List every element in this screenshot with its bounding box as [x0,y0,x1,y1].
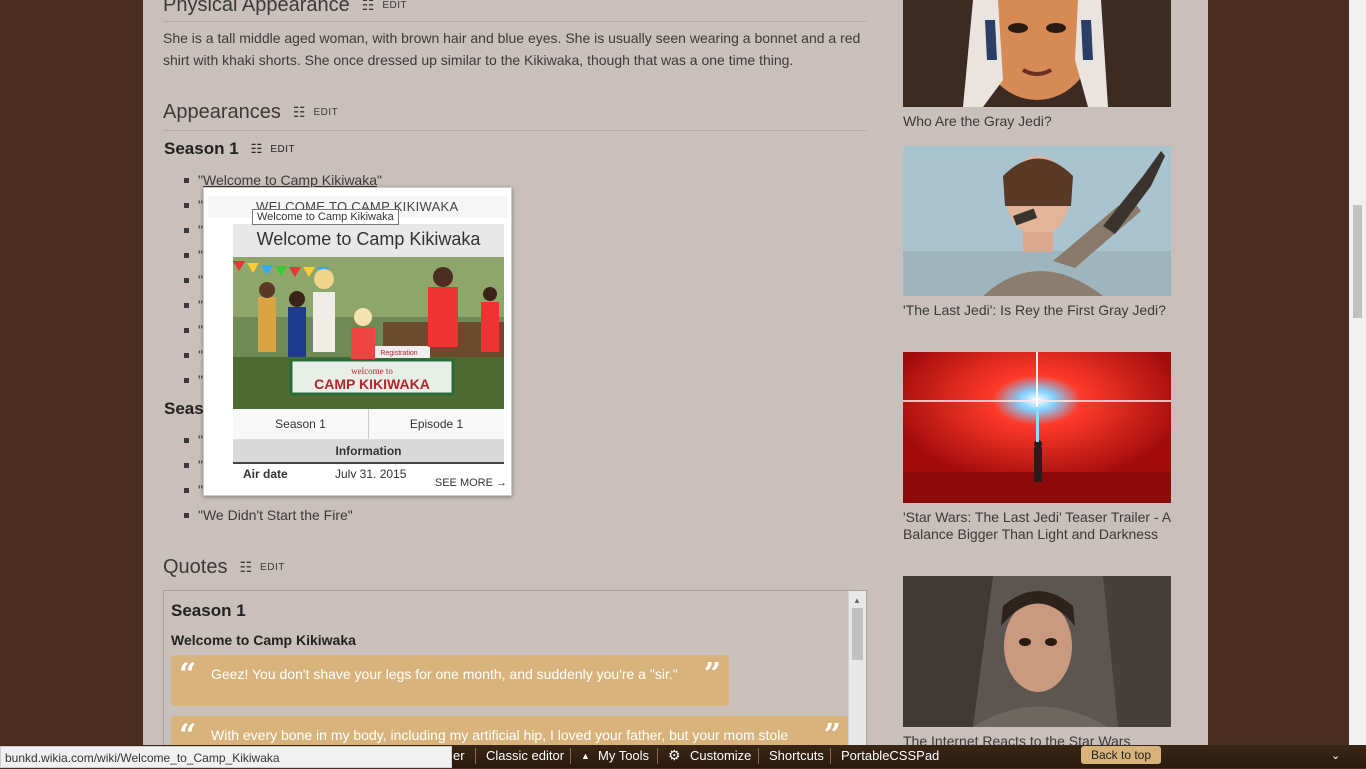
scrollbar-thumb[interactable] [852,608,863,660]
edit-list-icon[interactable]: ☷ [362,0,375,14]
video-thumbnail[interactable] [903,352,1171,503]
svg-text:CAMP KIKIWAKA: CAMP KIKIWAKA [314,376,430,392]
quotes-season-heading: Season 1 [171,601,246,620]
air-date-label: Air date [243,467,288,478]
video-thumbnail[interactable] [903,0,1171,107]
list-item: "Welcome to Camp Kikiwaka" [184,172,382,188]
close-quote-icon: ” [703,657,721,692]
list-item[interactable]: "We Didn't Start the Fire" [184,507,353,523]
section-title: Appearances [163,101,281,123]
episode-image: welcome to CAMP KIKIWAKA Registration [233,257,504,409]
quote-bubble: “ Geez! You don't shave your legs for on… [171,655,729,706]
edit-link[interactable]: EDIT [270,144,295,155]
subsection-heading-season2: Seas [164,399,204,419]
air-date-value: July 31, 2015 [335,467,407,478]
subsection-title: Season 1 [164,139,239,158]
scrollbar-thumb[interactable] [1353,205,1362,318]
shortcuts-link[interactable]: Shortcuts [769,748,824,763]
season-label: Season 1 [233,409,369,439]
see-more-link[interactable]: SEE MORE → [435,477,507,489]
infobox-title: Welcome to Camp Kikiwaka [233,224,504,257]
quote-text: With every bone in my body, including my… [211,727,789,743]
edit-list-icon[interactable]: ☷ [293,104,306,121]
page-scrollbar[interactable] [1349,0,1366,745]
episode-link[interactable]: Welcome to Camp Kikiwaka [203,172,377,188]
portable-css-pad-link[interactable]: PortableCSSPad [841,748,939,763]
caret-up-icon[interactable]: ▲ [581,751,590,761]
divider [163,21,866,22]
video-title[interactable]: 'The Last Jedi': Is Rey the First Gray J… [903,302,1171,319]
edit-list-icon[interactable]: ☷ [251,141,263,157]
section-heading-physical: Physical Appearance ☷ EDIT [163,0,407,17]
section-title: Physical Appearance [163,0,350,16]
edit-link[interactable]: EDIT [382,0,407,11]
section-title: Quotes [163,556,228,578]
svg-text:Registration: Registration [380,350,417,357]
toolbar-separator [758,748,759,764]
divider [163,130,866,131]
open-quote-icon: “ [179,657,197,692]
link-preview-popup[interactable]: WELCOME TO CAMP KIKIWAKA Welcome to Camp… [203,187,512,496]
customize-link[interactable]: Customize [690,748,751,763]
toolbar-separator [570,748,571,764]
scroll-up-icon[interactable]: ▲ [853,596,861,605]
section-heading-quotes: Quotes ☷ EDIT [163,556,285,579]
video-title[interactable]: The Internet Reacts to the Star Wars [903,733,1171,745]
quotes-box[interactable]: Season 1 Welcome to Camp Kikiwaka “ Geez… [163,590,867,752]
my-tools-menu[interactable]: My Tools [598,748,649,763]
subsection-heading-season1: Season 1 ☷ EDIT [164,139,295,159]
video-thumbnail[interactable] [903,146,1171,296]
air-date-row: Air date July 31, 2015 [233,464,504,478]
back-to-top-button[interactable]: Back to top [1081,746,1161,764]
edit-link[interactable]: EDIT [313,107,338,118]
infobox: Welcome to Camp Kikiwaka welcome to CAMP… [233,224,504,478]
video-title[interactable]: 'Star Wars: The Last Jedi' Teaser Traile… [903,509,1171,543]
video-thumbnail[interactable] [903,576,1171,727]
toolbar-separator [475,748,476,764]
double-chevron-down-icon[interactable]: ⌄ [1331,749,1340,762]
physical-description: She is a tall middle aged woman, with br… [163,30,861,68]
quotes-episode-heading: Welcome to Camp Kikiwaka [171,632,356,648]
sign-text: welcome to [351,366,393,376]
link-tooltip: Welcome to Camp Kikiwaka [252,209,399,225]
section-heading-appearances: Appearances ☷ EDIT [163,101,338,124]
toolbar-separator [830,748,831,764]
information-header: Information [233,440,504,464]
browser-status-url: bunkd.wikia.com/wiki/Welcome_to_Camp_Kik… [0,746,452,768]
toolbar-separator [657,748,658,764]
quote-text: Geez! You don't shave your legs for one … [211,666,678,682]
video-title[interactable]: Who Are the Gray Jedi? [903,113,1171,130]
toolbar-item-partial[interactable]: er [453,748,465,763]
edit-link[interactable]: EDIT [260,562,285,573]
season-episode-row: Season 1 Episode 1 [233,409,504,440]
subsection-title: Seas [164,399,204,418]
classic-editor-link[interactable]: Classic editor [486,748,564,763]
edit-list-icon[interactable]: ☷ [239,559,252,576]
episode-label: Episode 1 [409,417,464,431]
gear-icon[interactable]: ⚙ [668,747,681,764]
quotes-scrollbar[interactable]: ▲ [848,591,866,751]
